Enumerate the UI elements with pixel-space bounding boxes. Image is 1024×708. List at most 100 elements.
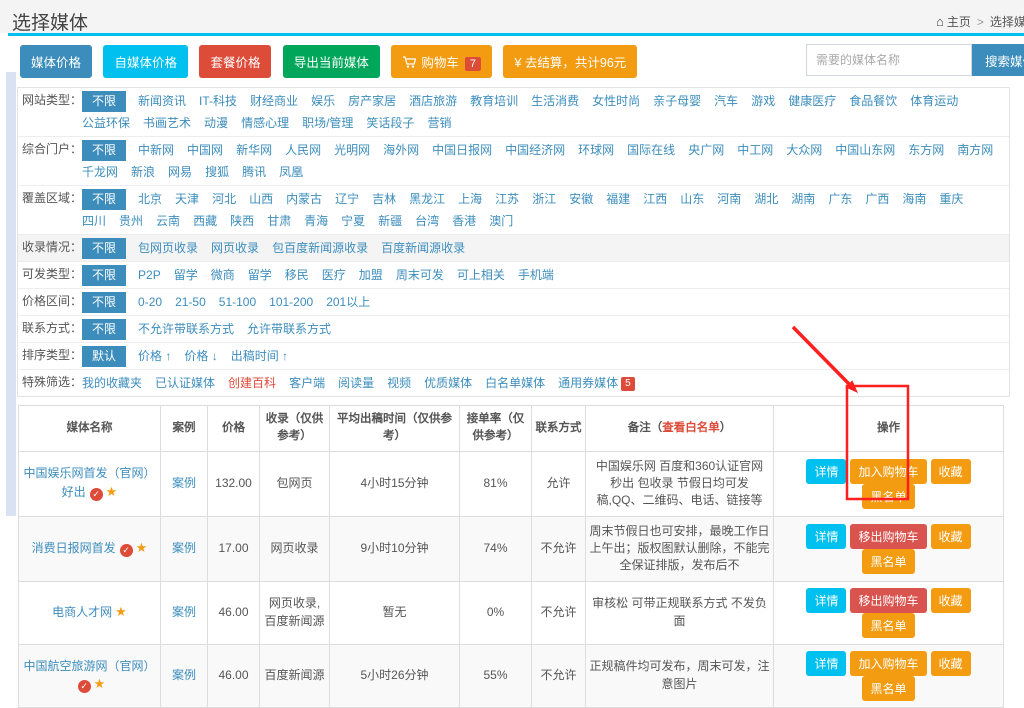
- filter-option[interactable]: 21-50: [175, 292, 206, 313]
- filter-option[interactable]: 宁夏: [341, 211, 365, 232]
- filter-option[interactable]: 健康医疗: [788, 91, 836, 112]
- filter-option[interactable]: 营销: [427, 113, 451, 134]
- breadcrumb-home[interactable]: 主页: [947, 15, 971, 29]
- filter-option[interactable]: 香港: [452, 211, 476, 232]
- filter-option[interactable]: 浙江: [532, 189, 556, 210]
- self-media-price-button[interactable]: 自媒体价格: [103, 45, 188, 78]
- filter-option[interactable]: 新闻资讯: [138, 91, 186, 112]
- filter-option[interactable]: 山东: [680, 189, 704, 210]
- filter-option[interactable]: 国际在线: [627, 140, 675, 161]
- filter-option[interactable]: 大众网: [786, 140, 822, 161]
- filter-option[interactable]: 山西: [249, 189, 273, 210]
- filter-option[interactable]: 中国山东网: [835, 140, 895, 161]
- detail-button[interactable]: 详情: [806, 524, 846, 549]
- filter-option[interactable]: 书画艺术: [143, 113, 191, 134]
- media-name-link[interactable]: 中国航空旅游网（官网）: [23, 659, 155, 673]
- filter-option[interactable]: 食品餐饮: [849, 91, 897, 112]
- favorite-button[interactable]: 收藏: [931, 651, 971, 676]
- filter-option[interactable]: 生活消费: [531, 91, 579, 112]
- filter-option[interactable]: 网易: [168, 162, 192, 183]
- remove-from-cart-button[interactable]: 移出购物车: [850, 524, 926, 549]
- filter-option[interactable]: 东方网: [908, 140, 944, 161]
- filter-option[interactable]: 娱乐: [311, 91, 335, 112]
- filter-selected-chip[interactable]: 不限: [82, 189, 126, 210]
- filter-option[interactable]: 搜狐: [205, 162, 229, 183]
- add-to-cart-button[interactable]: 加入购物车: [850, 459, 926, 484]
- filter-option[interactable]: 重庆: [939, 189, 963, 210]
- detail-button[interactable]: 详情: [806, 651, 846, 676]
- filter-option[interactable]: 广西: [865, 189, 889, 210]
- filter-option[interactable]: 青海: [304, 211, 328, 232]
- filter-option[interactable]: 周末可发: [396, 265, 444, 286]
- filter-option[interactable]: 0-20: [138, 292, 162, 313]
- filter-option[interactable]: 笑话段子: [366, 113, 414, 134]
- filter-option[interactable]: 情感心理: [241, 113, 289, 134]
- filter-option[interactable]: 河北: [212, 189, 236, 210]
- filter-option[interactable]: P2P: [138, 265, 161, 286]
- filter-option[interactable]: 澳门: [489, 211, 513, 232]
- filter-option[interactable]: 贵州: [119, 211, 143, 232]
- filter-option[interactable]: 网页收录: [211, 238, 259, 259]
- filter-option[interactable]: 微商: [211, 265, 235, 286]
- filter-option[interactable]: 千龙网: [82, 162, 118, 183]
- filter-option[interactable]: 西藏: [193, 211, 217, 232]
- filter-option[interactable]: IT-科技: [199, 91, 237, 112]
- filter-selected-chip[interactable]: 不限: [82, 292, 126, 313]
- blacklist-button[interactable]: 黑名单: [862, 676, 914, 701]
- filter-selected-chip[interactable]: 不限: [82, 319, 126, 340]
- filter-selected-chip[interactable]: 不限: [82, 140, 126, 161]
- filter-option[interactable]: 湖南: [791, 189, 815, 210]
- filter-option[interactable]: 可上相关: [457, 265, 505, 286]
- filter-option[interactable]: 价格 ↑: [138, 346, 171, 367]
- filter-option[interactable]: 客户端: [289, 373, 325, 394]
- filter-option[interactable]: 中国日报网: [432, 140, 492, 161]
- filter-option[interactable]: 海南: [902, 189, 926, 210]
- filter-option[interactable]: 中新网: [138, 140, 174, 161]
- filter-option[interactable]: 51-100: [219, 292, 256, 313]
- filter-option[interactable]: 甘肃: [267, 211, 291, 232]
- filter-option[interactable]: 中国网: [187, 140, 223, 161]
- package-price-button[interactable]: 套餐价格: [199, 45, 271, 78]
- filter-option[interactable]: 天津: [175, 189, 199, 210]
- filter-option[interactable]: 创建百科: [228, 373, 276, 394]
- filter-option[interactable]: 加盟: [359, 265, 383, 286]
- favorite-button[interactable]: 收藏: [931, 459, 971, 484]
- filter-selected-chip[interactable]: 不限: [82, 91, 126, 112]
- filter-option[interactable]: 包网页收录: [138, 238, 198, 259]
- filter-option[interactable]: 北京: [138, 189, 162, 210]
- filter-option[interactable]: 留学: [248, 265, 272, 286]
- filter-option[interactable]: 环球网: [578, 140, 614, 161]
- search-button[interactable]: 搜索媒体: [972, 44, 1024, 76]
- filter-option[interactable]: 公益环保: [82, 113, 130, 134]
- filter-option[interactable]: 福建: [606, 189, 630, 210]
- filter-option[interactable]: 四川: [82, 211, 106, 232]
- filter-option[interactable]: 台湾: [415, 211, 439, 232]
- case-link[interactable]: 案例: [172, 541, 196, 555]
- filter-option[interactable]: 白名单媒体: [485, 373, 545, 394]
- filter-selected-chip[interactable]: 默认: [82, 346, 126, 367]
- filter-selected-chip[interactable]: 不限: [82, 265, 126, 286]
- case-link[interactable]: 案例: [172, 476, 196, 490]
- filter-option[interactable]: 海外网: [383, 140, 419, 161]
- filter-option[interactable]: 已认证媒体: [155, 373, 215, 394]
- filter-option[interactable]: 云南: [156, 211, 180, 232]
- media-name-link[interactable]: 电商人才网: [52, 605, 112, 619]
- filter-option[interactable]: 财经商业: [250, 91, 298, 112]
- filter-option[interactable]: 教育培训: [470, 91, 518, 112]
- filter-option[interactable]: 酒店旅游: [409, 91, 457, 112]
- filter-option[interactable]: 中国经济网: [505, 140, 565, 161]
- filter-option[interactable]: 手机端: [518, 265, 554, 286]
- cart-button[interactable]: 购物车7: [391, 45, 492, 78]
- filter-option[interactable]: 101-200: [269, 292, 313, 313]
- filter-option[interactable]: 女性时尚: [592, 91, 640, 112]
- filter-option[interactable]: 陕西: [230, 211, 254, 232]
- filter-option[interactable]: 出稿时间 ↑: [231, 346, 288, 367]
- blacklist-button[interactable]: 黑名单: [862, 484, 914, 509]
- detail-button[interactable]: 详情: [806, 459, 846, 484]
- filter-option[interactable]: 移民: [285, 265, 309, 286]
- filter-option[interactable]: 新华网: [236, 140, 272, 161]
- filter-option[interactable]: 201以上: [326, 292, 370, 313]
- search-input[interactable]: [806, 44, 972, 76]
- filter-option[interactable]: 江苏: [495, 189, 519, 210]
- filter-option[interactable]: 职场/管理: [302, 113, 353, 134]
